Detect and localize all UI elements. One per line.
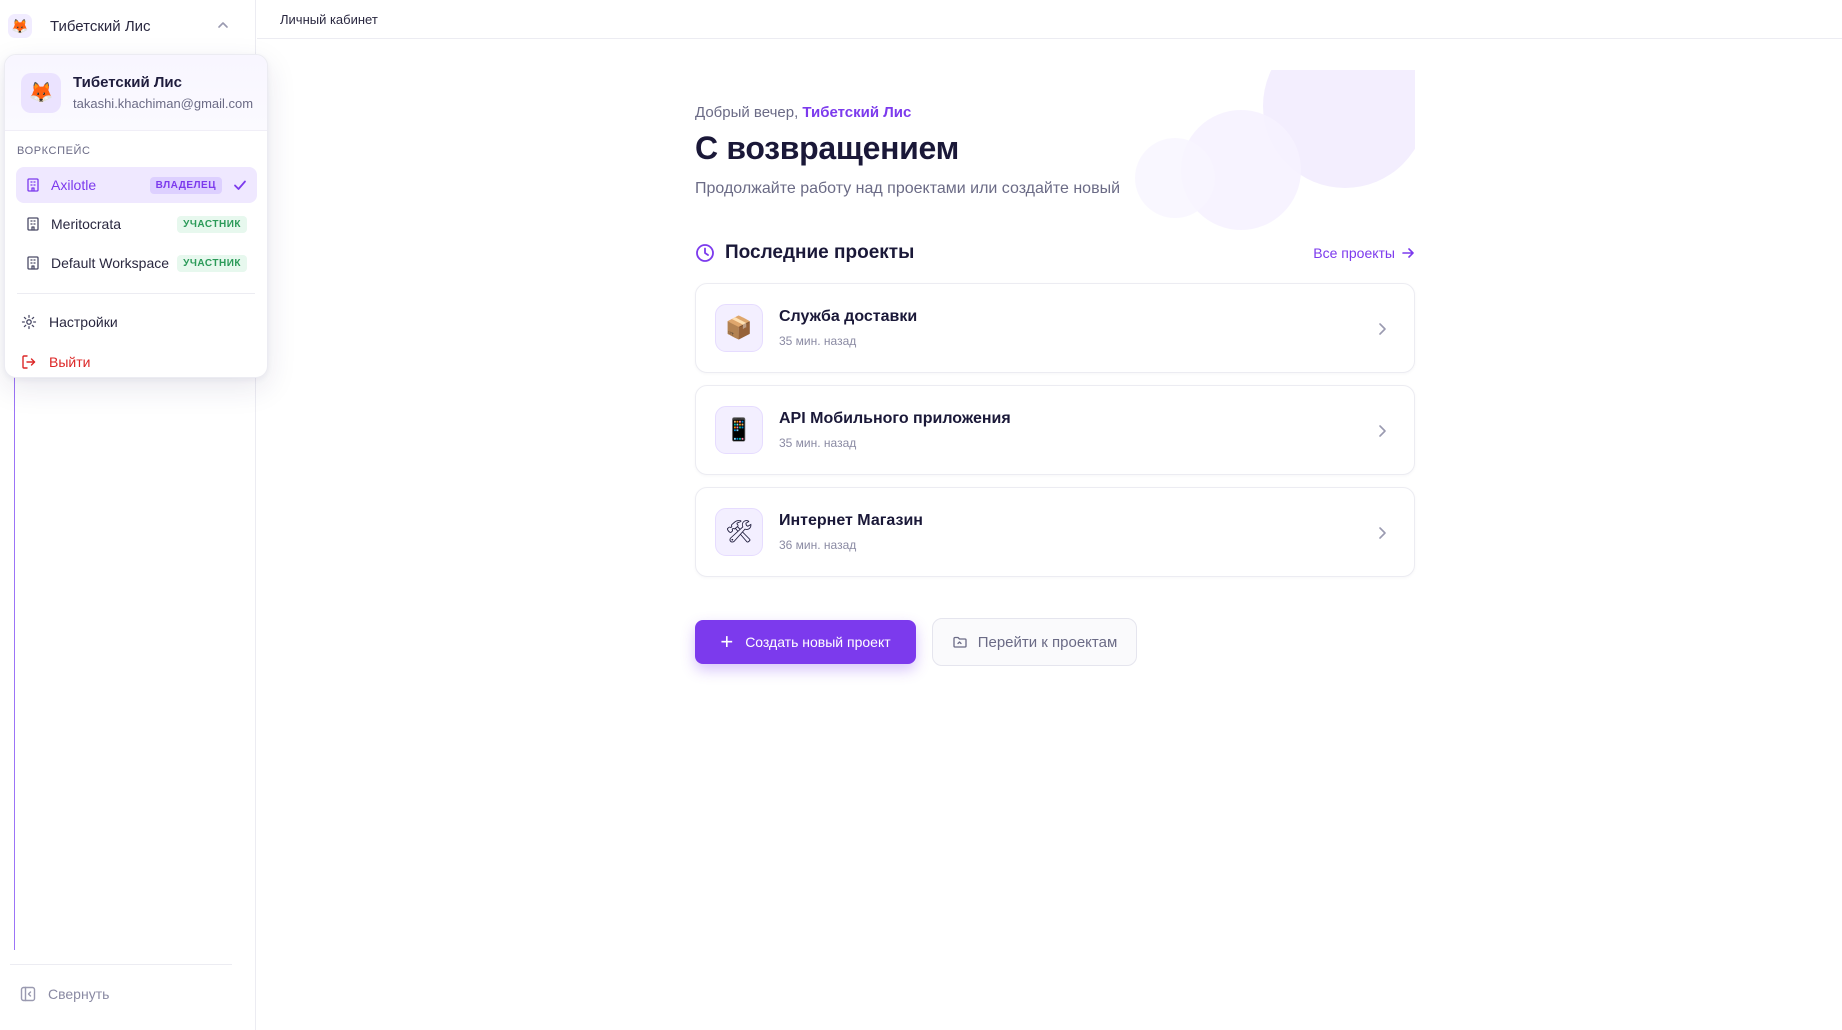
collapse-sidebar-button[interactable]: Свернуть: [20, 986, 109, 1002]
logout-label: Выйти: [49, 354, 91, 370]
collapse-label: Свернуть: [48, 986, 110, 1002]
role-badge: УЧАСТНИК: [177, 254, 247, 272]
workspace-item-axilotle[interactable]: Axilotle ВЛАДЕЛЕЦ: [16, 167, 257, 203]
chevron-right-icon: [1379, 425, 1386, 437]
project-card[interactable]: 📦 Служба доставки 35 мин. назад: [695, 283, 1415, 373]
create-project-label: Создать новый проект: [745, 634, 891, 650]
sidebar-divider: [10, 964, 232, 965]
workspace-switcher[interactable]: 🦊 Тибетский Лис: [8, 10, 240, 42]
greeting-prefix: Добрый вечер,: [695, 104, 799, 121]
arrow-right-icon: [1402, 248, 1414, 258]
tools-icon: 🛠: [715, 508, 763, 556]
plus-icon: +: [720, 629, 734, 654]
decorative-circles: [1135, 70, 1415, 230]
workspace-item-meritocrata[interactable]: Meritocrata УЧАСТНИК: [16, 206, 257, 242]
workspace-name: Axilotle: [51, 177, 97, 193]
user-name: Тибетский Лис: [73, 74, 182, 91]
main-content: Добрый вечер, Тибетский Лис С возвращени…: [695, 70, 1415, 666]
workspace-section-label: ВОРКСПЕЙС: [17, 145, 91, 157]
project-time: 36 мин. назад: [779, 538, 857, 552]
recent-projects-list: 📦 Служба доставки 35 мин. назад 📱 API Мо…: [695, 283, 1415, 589]
logout-icon: [22, 355, 36, 369]
dropdown-divider: [17, 293, 255, 294]
recent-projects-header: Последние проекты Все проекты: [695, 242, 1415, 266]
action-buttons: + Создать новый проект Перейти к проекта…: [695, 618, 1137, 666]
role-badge: ВЛАДЕЛЕЦ: [149, 176, 222, 194]
package-icon: 📦: [715, 304, 763, 352]
folder-icon: [953, 636, 967, 648]
project-name: API Мобильного приложения: [779, 410, 1011, 427]
recent-projects-label: Последние проекты: [725, 242, 915, 263]
settings-label: Настройки: [49, 314, 118, 330]
building-icon: [27, 217, 39, 231]
workspace-switcher-name: Тибетский Лис: [50, 17, 151, 35]
goto-projects-button[interactable]: Перейти к проектам: [932, 618, 1137, 666]
mobile-phone-icon: 📱: [715, 406, 763, 454]
logout-menu-item[interactable]: Выйти: [5, 342, 267, 377]
recent-projects-title: Последние проекты: [695, 242, 914, 264]
project-card[interactable]: 📱 API Мобильного приложения 35 мин. наза…: [695, 385, 1415, 475]
user-email: takashi.khachiman@gmail.com: [73, 96, 254, 111]
chevron-right-icon: [1379, 527, 1386, 539]
sidebar-accent-line: [14, 375, 15, 950]
page-subtitle: Продолжайте работу над проектами или соз…: [695, 180, 1121, 197]
workspace-dropdown: 🦊 Тибетский Лис takashi.khachiman@gmail.…: [4, 54, 268, 378]
project-time: 35 мин. назад: [779, 334, 857, 348]
building-icon: [27, 178, 39, 192]
chevron-up-icon: [218, 22, 228, 28]
project-time: 35 мин. назад: [779, 436, 857, 450]
project-card[interactable]: 🛠 Интернет Магазин 36 мин. назад: [695, 487, 1415, 577]
workspace-name: Meritocrata: [51, 216, 122, 232]
all-projects-link[interactable]: Все проекты: [1313, 245, 1415, 261]
user-avatar: 🦊: [21, 72, 61, 113]
goto-projects-label: Перейти к проектам: [977, 633, 1118, 651]
settings-menu-item[interactable]: Настройки: [5, 302, 267, 342]
workspace-name: Default Workspace: [51, 255, 170, 271]
topbar: Личный кабинет: [257, 0, 1842, 39]
check-icon: [234, 180, 246, 190]
hero: Добрый вечер, Тибетский Лис С возвращени…: [695, 70, 1415, 230]
breadcrumb: Личный кабинет: [280, 11, 378, 27]
all-projects-label: Все проекты: [1313, 245, 1395, 261]
chevron-right-icon: [1379, 323, 1386, 335]
dropdown-user-card: 🦊 Тибетский Лис takashi.khachiman@gmail.…: [5, 55, 267, 131]
role-badge: УЧАСТНИК: [177, 215, 247, 233]
workspace-item-default[interactable]: Default Workspace УЧАСТНИК: [16, 245, 257, 281]
collapse-icon: [20, 986, 36, 1002]
clock-icon: [696, 244, 714, 262]
project-name: Служба доставки: [779, 308, 918, 325]
gear-icon: [21, 314, 37, 330]
greeting-user-name: Тибетский Лис: [802, 104, 912, 121]
greeting: Добрый вечер, Тибетский Лис: [695, 104, 911, 121]
create-project-button[interactable]: + Создать новый проект: [695, 620, 916, 664]
workspace-avatar: 🦊: [8, 14, 32, 38]
project-name: Интернет Магазин: [779, 512, 923, 529]
page-title: С возвращением: [695, 130, 959, 166]
building-icon: [27, 256, 39, 270]
